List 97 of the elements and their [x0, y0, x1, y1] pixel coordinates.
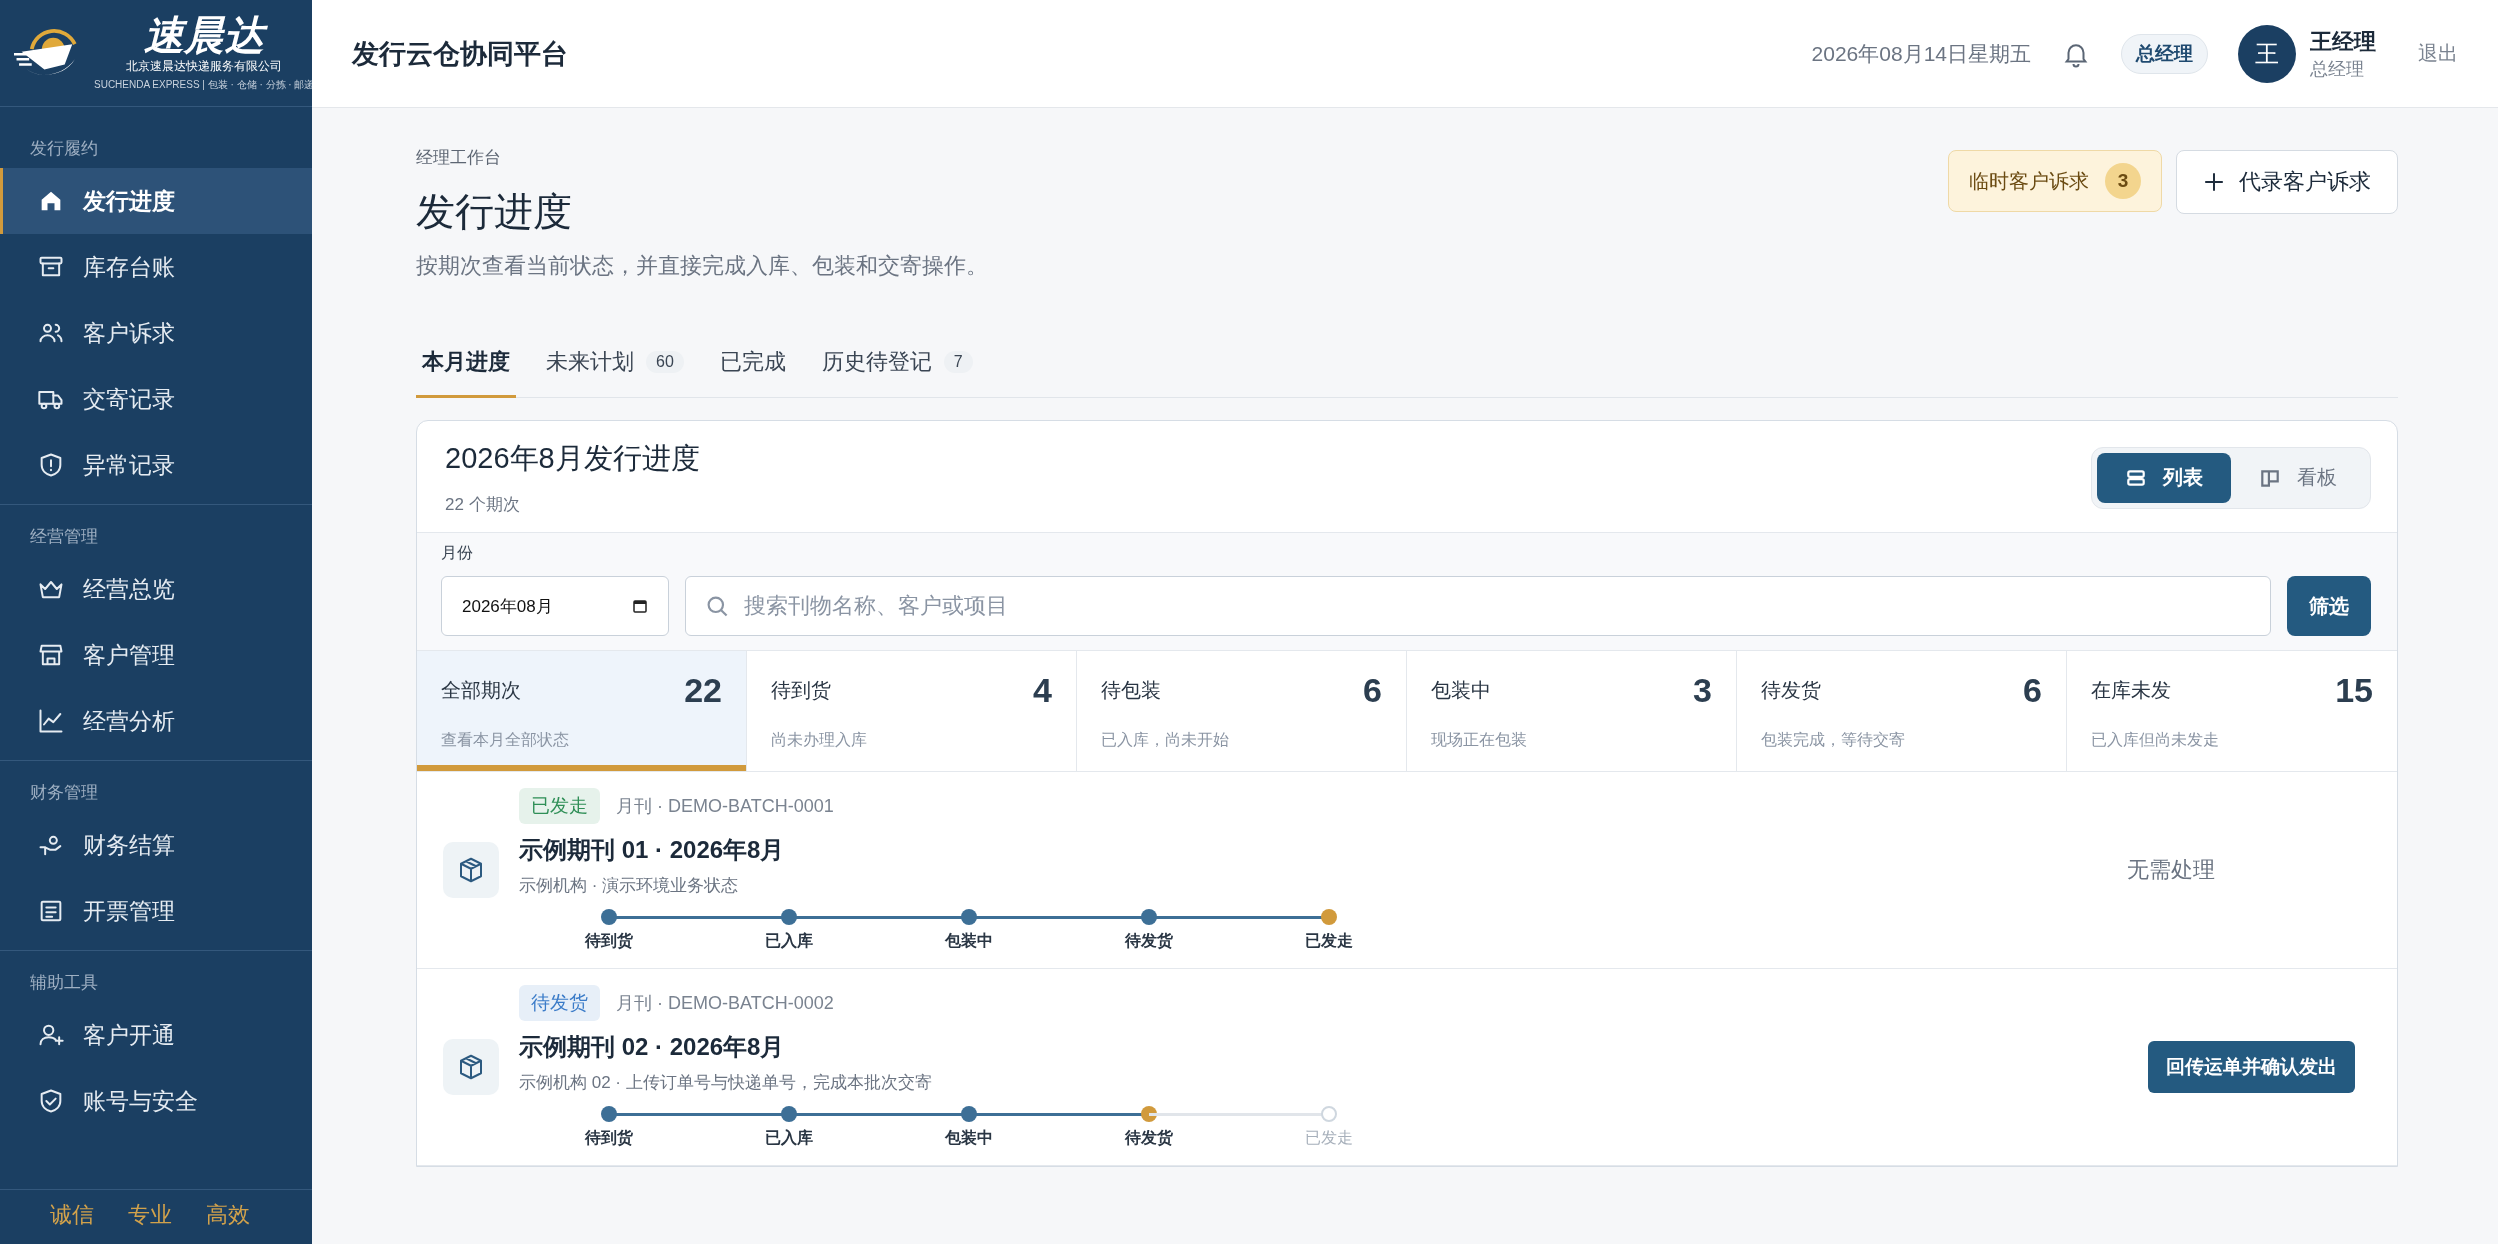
- nav-icon: [37, 707, 65, 735]
- issue-title: 示例期刊 01 · 2026年8月: [519, 835, 786, 865]
- status-label: 待发货: [1761, 678, 1821, 703]
- step-label: 已发走: [1305, 931, 1353, 951]
- status-hint: 已入库，尚未开始: [1101, 730, 1230, 750]
- month-field[interactable]: 2026年08月: [441, 576, 669, 636]
- tab[interactable]: 未来计划 60: [540, 337, 690, 398]
- date-text: 2026年08月14日星期五: [1811, 40, 2031, 67]
- role-badge: 总经理: [2121, 33, 2208, 74]
- sidebar-item[interactable]: 客户开通: [0, 1002, 312, 1068]
- sidebar-item[interactable]: 财务结算: [0, 812, 312, 878]
- status-card[interactable]: 待发货 6 包装完成，等待交寄: [1737, 651, 2067, 771]
- company-name: 北京速晨达快递服务有限公司: [126, 58, 283, 75]
- sidebar-item[interactable]: 发行进度: [0, 168, 312, 234]
- issue-description: 示例机构 · 演示环境业务状态: [519, 875, 740, 897]
- section-label: 辅助工具: [29, 972, 99, 994]
- panel-title: 2026年8月发行进度: [445, 441, 700, 476]
- view-option[interactable]: 看板: [2231, 452, 2365, 503]
- tab[interactable]: 已完成: [713, 337, 792, 398]
- step-label: 包装中: [945, 931, 993, 951]
- issue-count: 22 个期次: [445, 494, 521, 516]
- count-badge: 60: [646, 351, 684, 373]
- add-request-button[interactable]: 代录客户诉求: [2176, 150, 2398, 214]
- step-label: 包装中: [945, 1128, 993, 1148]
- status-label: 待包装: [1101, 678, 1161, 703]
- sidebar-item[interactable]: 账号与安全: [0, 1068, 312, 1134]
- issue-description: 示例机构 02 · 上传订单号与快递单号，完成本批次交寄: [519, 1072, 933, 1094]
- issue-title: 示例期刊 02 · 2026年8月: [519, 1032, 786, 1062]
- step-label: 已发走: [1305, 1128, 1353, 1148]
- app-title: 发行云仓协同平台: [352, 37, 568, 71]
- status-hint: 包装完成，等待交寄: [1761, 730, 1906, 750]
- status-hint: 已入库但尚未发走: [2091, 730, 2220, 750]
- status-label: 待到货: [771, 678, 831, 703]
- user-role: 总经理: [2310, 57, 2365, 81]
- breadcrumb: 经理工作台: [416, 147, 502, 169]
- confirm-shipment-button[interactable]: 回传运单并确认发出: [2147, 1041, 2355, 1093]
- status-card[interactable]: 全部期次 22 查看本月全部状态: [417, 651, 747, 771]
- sidebar-item[interactable]: 客户诉求: [0, 300, 312, 366]
- count-badge: 7: [943, 351, 973, 373]
- status-count: 4: [1033, 671, 1052, 710]
- action-note: 无需处理: [2127, 856, 2215, 884]
- status-label: 包装中: [1431, 678, 1491, 703]
- status-label: 在库未发: [2091, 678, 2171, 703]
- search-icon: [705, 594, 729, 618]
- calendar-icon: [632, 598, 648, 614]
- package-icon: [443, 1039, 499, 1095]
- status-badge: 待发货: [519, 985, 600, 1021]
- slogan-word: 专业: [128, 1201, 172, 1229]
- sidebar-item[interactable]: 开票管理: [0, 878, 312, 944]
- status-card[interactable]: 待包装 6 已入库，尚未开始: [1077, 651, 1407, 771]
- sidebar-item[interactable]: 经营总览: [0, 556, 312, 622]
- status-hint: 查看本月全部状态: [441, 730, 570, 750]
- page-subtitle: 按期次查看当前状态，并直接完成入库、包装和交寄操作。: [416, 252, 988, 280]
- count-badge: 3: [2105, 163, 2141, 199]
- view-option[interactable]: 列表: [2097, 452, 2231, 503]
- filter-button[interactable]: 筛选: [2287, 576, 2371, 636]
- tab[interactable]: 本月进度: [416, 337, 516, 398]
- sidebar-item[interactable]: 客户管理: [0, 622, 312, 688]
- status-count: 6: [2023, 671, 2042, 710]
- section-label: 发行履约: [29, 138, 99, 160]
- step-label: 待到货: [585, 931, 633, 952]
- step-label: 待发货: [1125, 1128, 1173, 1149]
- step-label: 已入库: [765, 1128, 813, 1148]
- status-count: 6: [1363, 671, 1382, 710]
- plus-icon: [2203, 171, 2225, 193]
- status-badge: 已发走: [519, 788, 600, 824]
- package-icon: [443, 842, 499, 898]
- status-hint: 现场正在包装: [1431, 730, 1528, 750]
- logout-link[interactable]: 退出: [2418, 40, 2458, 67]
- status-card[interactable]: 待到货 4 尚未办理入库: [747, 651, 1077, 771]
- section-label: 经营管理: [29, 526, 99, 548]
- user-name: 王经理: [2310, 27, 2376, 56]
- batch-meta: 月刊 · DEMO-BATCH-0001: [616, 795, 834, 818]
- status-count: 15: [2335, 671, 2373, 710]
- sidebar-item[interactable]: 库存台账: [0, 234, 312, 300]
- sidebar-item[interactable]: 交寄记录: [0, 366, 312, 432]
- section-label: 财务管理: [29, 782, 99, 804]
- status-count: 3: [1693, 671, 1712, 710]
- avatar: 王: [2238, 24, 2296, 83]
- month-label: 月份: [441, 543, 474, 563]
- step-label: 已入库: [765, 931, 813, 951]
- status-card[interactable]: 在库未发 15 已入库但尚未发走: [2067, 651, 2397, 771]
- search-field[interactable]: 搜索刊物名称、客户或项目: [685, 576, 2271, 636]
- step-label: 待发货: [1125, 931, 1173, 952]
- slogan-word: 诚信: [50, 1201, 94, 1229]
- complaint-button[interactable]: 临时客户诉求 3: [1948, 150, 2162, 212]
- status-card[interactable]: 包装中 3 现场正在包装: [1407, 651, 1737, 771]
- sidebar-item[interactable]: 异常记录: [0, 432, 312, 498]
- status-label: 全部期次: [441, 678, 521, 703]
- slogan-word: 高效: [206, 1201, 250, 1229]
- status-hint: 尚未办理入库: [771, 730, 868, 750]
- page-title: 发行进度: [416, 189, 573, 235]
- sidebar-item[interactable]: 经营分析: [0, 688, 312, 754]
- status-count: 22: [684, 671, 722, 710]
- tab[interactable]: 历史待登记 7: [815, 337, 979, 398]
- step-label: 待到货: [585, 1128, 633, 1149]
- batch-meta: 月刊 · DEMO-BATCH-0002: [616, 992, 834, 1015]
